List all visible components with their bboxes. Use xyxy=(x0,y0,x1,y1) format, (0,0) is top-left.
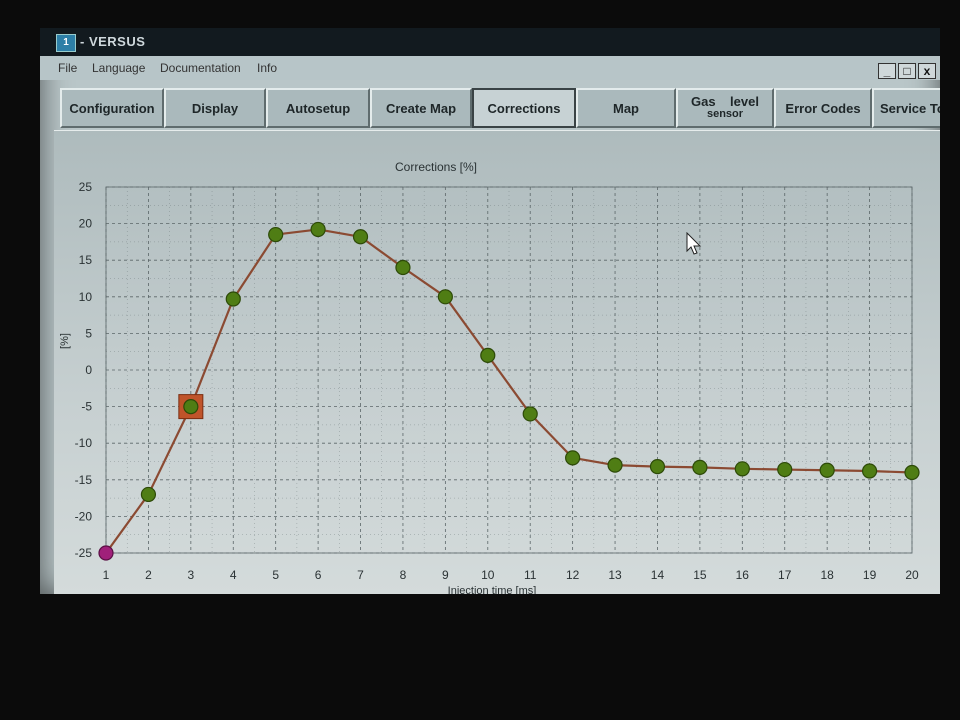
tab-service-tools[interactable]: Service To xyxy=(872,88,940,128)
tab-corrections[interactable]: Corrections xyxy=(472,88,576,128)
y-tick-label: 20 xyxy=(79,217,93,231)
data-point[interactable] xyxy=(437,289,453,305)
menu-documentation[interactable]: Documentation xyxy=(160,61,241,75)
title-bar: 1 - VERSUS xyxy=(40,28,940,56)
data-point[interactable] xyxy=(140,486,157,503)
menu-language[interactable]: Language xyxy=(92,61,145,75)
tab-create-map[interactable]: Create Map xyxy=(370,88,472,128)
data-point[interactable] xyxy=(480,347,496,363)
menu-file[interactable]: File xyxy=(58,61,77,75)
tab-label: Autosetup xyxy=(285,100,351,116)
data-point[interactable] xyxy=(649,459,666,475)
data-point[interactable] xyxy=(692,459,708,475)
x-tick-label: 13 xyxy=(608,568,622,582)
tab-display[interactable]: Display xyxy=(164,88,266,128)
app-logo-icon: 1 xyxy=(56,34,76,52)
x-axis-label: Injection time [ms] xyxy=(448,585,537,594)
x-tick-label: 5 xyxy=(272,568,279,582)
minimize-button[interactable]: _ xyxy=(878,63,896,79)
mouse-cursor-icon xyxy=(686,232,702,255)
data-point[interactable] xyxy=(225,291,241,307)
x-tick-label: 6 xyxy=(315,568,322,582)
menu-bar: File Language Documentation Info xyxy=(40,56,940,80)
data-point[interactable] xyxy=(904,464,920,481)
y-tick-label: 5 xyxy=(85,326,92,340)
chart-title: Corrections [%] xyxy=(395,160,477,174)
tab-label: Service To xyxy=(880,100,940,116)
x-tick-label: 9 xyxy=(442,568,449,582)
tab-sublabel: sensor xyxy=(706,108,744,120)
data-point[interactable] xyxy=(352,229,369,245)
y-tick-label: -25 xyxy=(75,546,93,560)
tab-error-codes[interactable]: Error Codes xyxy=(774,88,872,128)
y-axis-label: [%] xyxy=(59,333,71,349)
x-tick-label: 8 xyxy=(400,568,407,582)
tab-label: Gas level xyxy=(691,94,759,109)
x-tick-label: 15 xyxy=(693,568,707,582)
window-title: - VERSUS xyxy=(80,34,146,49)
app-window: 1 - VERSUS File Language Documentation I… xyxy=(40,28,940,594)
y-tick-label: 0 xyxy=(85,363,92,377)
data-point[interactable] xyxy=(522,406,538,422)
y-tick-label: -10 xyxy=(75,436,93,450)
x-tick-label: 1 xyxy=(103,568,110,582)
tab-label: Create Map xyxy=(385,100,457,116)
x-tick-label: 14 xyxy=(651,568,665,582)
data-point[interactable] xyxy=(268,226,284,243)
data-point[interactable] xyxy=(98,545,114,561)
x-tick-label: 4 xyxy=(230,568,237,582)
x-tick-label: 2 xyxy=(145,568,152,582)
window-controls: _ □ x xyxy=(876,62,936,80)
tab-label: Corrections xyxy=(487,100,561,116)
tab-autosetup[interactable]: Autosetup xyxy=(266,88,370,128)
x-tick-label: 17 xyxy=(778,568,792,582)
corrections-chart[interactable]: 1 2 3 4 5 6 7 8 9 10 11 12 13 14 15 16 17 18 19 20252015105… xyxy=(54,131,940,594)
data-point[interactable] xyxy=(565,450,581,466)
menu-info[interactable]: Info xyxy=(257,61,277,75)
data-point[interactable] xyxy=(734,461,750,477)
tab-configuration[interactable]: Configuration xyxy=(60,88,164,128)
data-point[interactable] xyxy=(183,399,199,415)
tab-label: Configuration xyxy=(69,100,155,116)
chart-grid xyxy=(105,186,913,554)
x-tick-label: 12 xyxy=(566,568,580,582)
data-point[interactable] xyxy=(607,457,623,473)
tab-label: Display xyxy=(191,100,239,116)
y-tick-label: -5 xyxy=(81,400,92,414)
tab-gas-level-sensor[interactable]: Gas level sensor xyxy=(676,88,774,128)
x-tick-label: 3 xyxy=(187,568,194,582)
corrections-panel: 1 2 3 4 5 6 7 8 9 10 11 12 13 14 15 16 17 18 19 20 25 20 15 10 5… xyxy=(54,130,940,594)
x-tick-label: 19 xyxy=(863,568,877,582)
data-point[interactable] xyxy=(861,463,878,479)
close-button[interactable]: x xyxy=(918,63,936,79)
y-tick-label: 10 xyxy=(79,290,93,304)
x-tick-label: 10 xyxy=(481,568,495,582)
x-tick-label: 18 xyxy=(820,568,834,582)
y-tick-label: -20 xyxy=(75,509,93,523)
y-tick-label: 25 xyxy=(79,180,93,194)
x-tick-label: 16 xyxy=(736,568,750,582)
tab-label: Error Codes xyxy=(785,100,861,116)
x-tick-label: 11 xyxy=(524,568,537,582)
maximize-button[interactable]: □ xyxy=(898,63,916,79)
data-point[interactable] xyxy=(310,221,326,238)
tab-map[interactable]: Map xyxy=(576,88,676,128)
data-point[interactable] xyxy=(395,259,411,276)
x-tick-label: 20 xyxy=(905,568,919,582)
data-point[interactable] xyxy=(819,462,835,478)
x-tick-label: 7 xyxy=(357,568,364,582)
y-tick-label: -15 xyxy=(75,473,93,487)
tab-label: Map xyxy=(613,100,639,116)
data-point[interactable] xyxy=(777,461,793,478)
y-tick-label: 15 xyxy=(79,253,93,267)
